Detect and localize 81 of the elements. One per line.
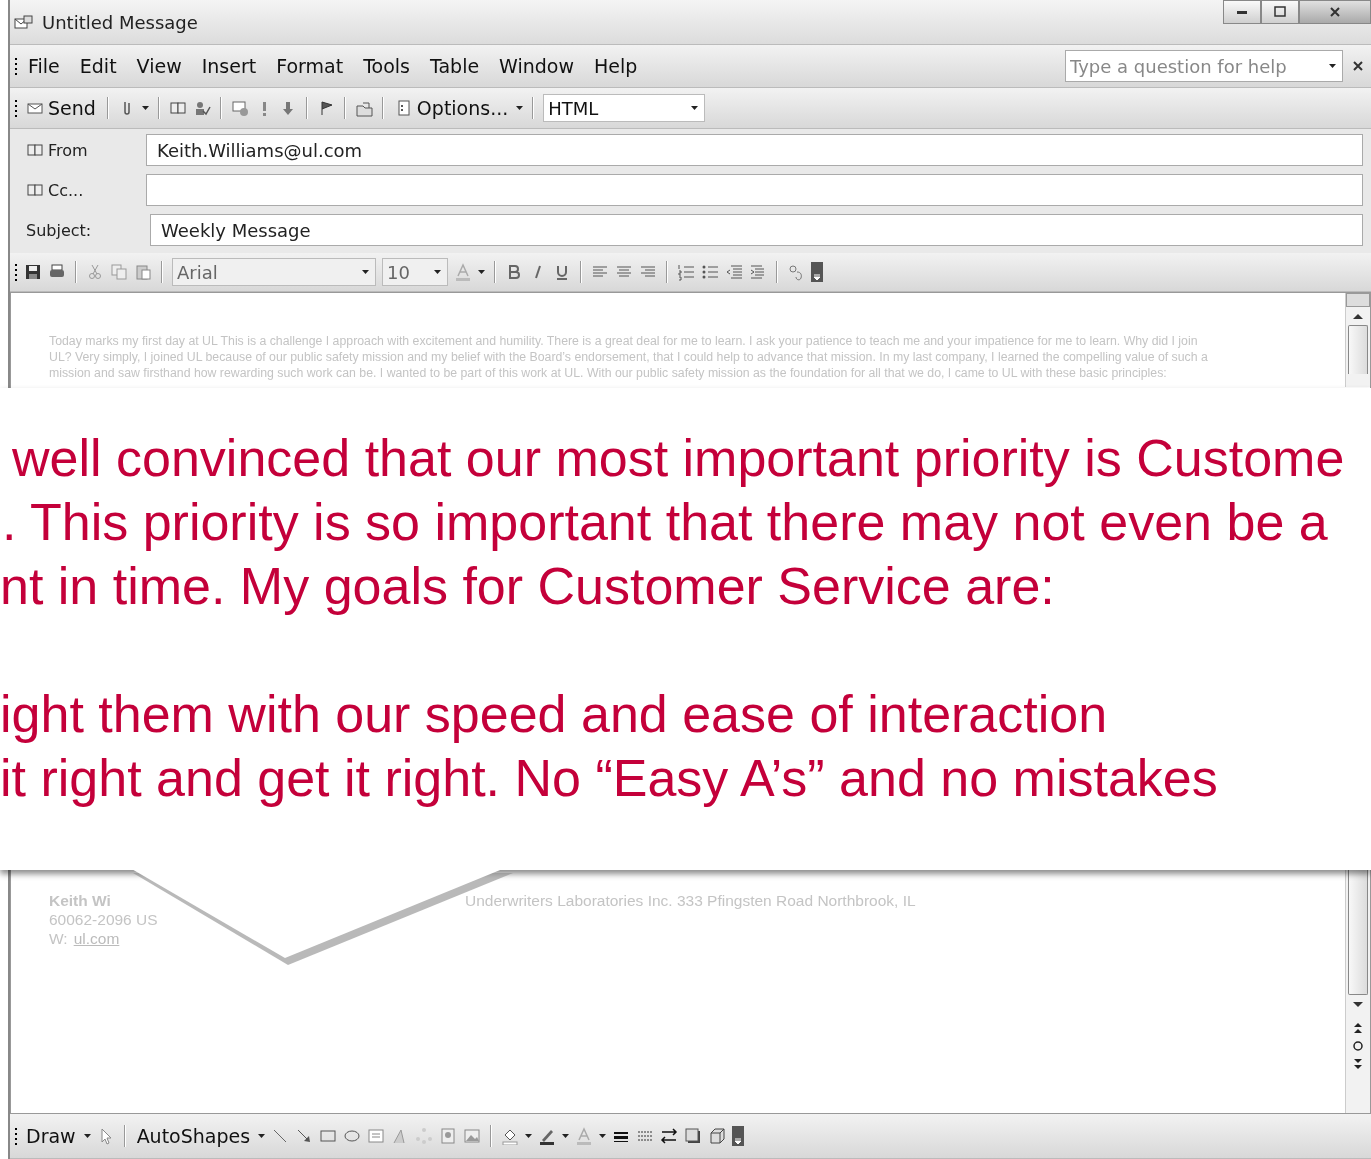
help-search-field[interactable]: Type a question for help bbox=[1065, 50, 1343, 82]
window-title: Untitled Message bbox=[42, 11, 198, 33]
maximize-button[interactable] bbox=[1261, 0, 1299, 24]
menu-item[interactable]: Edit bbox=[69, 55, 127, 77]
address-book-icon[interactable] bbox=[168, 99, 187, 117]
vertical-scrollbar[interactable] bbox=[1345, 869, 1370, 1113]
toolbar-grip-icon[interactable] bbox=[14, 57, 18, 75]
signature-address: 60062-2096 US bbox=[49, 910, 158, 929]
oval-icon[interactable] bbox=[343, 1127, 362, 1145]
input-field[interactable]: Keith.Williams@ul.com bbox=[146, 134, 1363, 166]
bullet-list-icon[interactable] bbox=[701, 263, 719, 281]
font-dropdown[interactable]: Arial bbox=[172, 258, 376, 286]
input-field[interactable]: Weekly Message bbox=[150, 214, 1363, 246]
3d-icon[interactable] bbox=[708, 1127, 727, 1145]
language-icon[interactable] bbox=[787, 263, 805, 281]
paste-icon[interactable] bbox=[134, 263, 152, 281]
autoshapes-menu-button[interactable]: AutoShapes bbox=[134, 1123, 253, 1149]
message-icon bbox=[14, 13, 34, 31]
menu-item[interactable]: Format bbox=[266, 55, 354, 77]
toolbar-grip-icon[interactable] bbox=[14, 1127, 18, 1145]
caret-icon[interactable] bbox=[516, 106, 524, 110]
toolbar-grip-icon[interactable] bbox=[14, 99, 18, 117]
menu-item[interactable]: File bbox=[18, 55, 70, 77]
close-button[interactable] bbox=[1299, 0, 1371, 24]
body-text: mission and saw firsthand how rewarding such work can be. I wanted to be part of this work at UL. With our public safety mission as the foundation for all that we do, I came to UL with these basic principles: bbox=[49, 365, 1168, 381]
scrollbar-split-handle[interactable] bbox=[1346, 293, 1370, 307]
shadow-icon[interactable] bbox=[684, 1127, 703, 1145]
callout-text: well convinced that our most important priority is Custome bbox=[11, 428, 1345, 489]
arrow-style-icon[interactable] bbox=[660, 1127, 679, 1145]
menu-item[interactable]: Help bbox=[584, 55, 648, 77]
input-field[interactable] bbox=[146, 174, 1363, 206]
caret-icon bbox=[434, 270, 441, 274]
envelope-icon[interactable] bbox=[230, 99, 249, 117]
dropdown-caret-icon bbox=[691, 106, 699, 110]
toolbar-options-icon[interactable] bbox=[811, 262, 823, 282]
send-button[interactable]: Send bbox=[24, 95, 98, 121]
address-book-icon bbox=[26, 141, 44, 159]
menu-item[interactable]: View bbox=[126, 55, 192, 77]
folder-icon[interactable] bbox=[354, 99, 373, 117]
menu-item[interactable]: Table bbox=[419, 55, 490, 77]
field-label: Subject: bbox=[25, 219, 93, 242]
menu-item[interactable]: Tools bbox=[353, 55, 420, 77]
vertical-scrollbar[interactable] bbox=[1345, 293, 1370, 387]
signature-address: Underwriters Laboratories Inc. 333 Pfingsten Road Northbrook, IL bbox=[465, 891, 916, 910]
save-icon[interactable] bbox=[24, 263, 42, 281]
caret-icon[interactable] bbox=[141, 106, 149, 110]
scroll-thumb[interactable] bbox=[1348, 869, 1368, 995]
scroll-thumb[interactable] bbox=[1348, 325, 1368, 374]
signature-label: W: bbox=[49, 929, 68, 948]
font-size-dropdown[interactable]: 10 bbox=[382, 258, 448, 286]
address-button[interactable]: Cc... bbox=[24, 178, 140, 202]
minimize-button[interactable] bbox=[1223, 0, 1261, 24]
caret-icon bbox=[362, 270, 369, 274]
dropdown-caret-icon[interactable] bbox=[1329, 64, 1336, 68]
picture-icon[interactable] bbox=[463, 1127, 482, 1145]
minimize-icon bbox=[1237, 10, 1247, 14]
signature-name: Keith Wi bbox=[49, 891, 112, 910]
format-dropdown[interactable]: HTML bbox=[543, 94, 706, 122]
caret-icon[interactable] bbox=[525, 1134, 533, 1138]
address-button[interactable]: From bbox=[24, 138, 140, 162]
caret-icon[interactable] bbox=[599, 1134, 607, 1138]
options-button[interactable]: Options... bbox=[392, 95, 511, 121]
caret-icon[interactable] bbox=[83, 1134, 91, 1138]
toolbar-options-icon[interactable] bbox=[732, 1126, 745, 1146]
toolbar-grip-icon[interactable] bbox=[14, 263, 18, 281]
menu-item[interactable]: Window bbox=[489, 55, 585, 77]
font-color-icon[interactable] bbox=[575, 1127, 594, 1145]
draw-menu-button[interactable]: Draw bbox=[24, 1123, 78, 1149]
caret-icon[interactable] bbox=[562, 1134, 570, 1138]
caret-icon[interactable] bbox=[258, 1134, 266, 1138]
address-book-icon bbox=[26, 181, 44, 199]
font-color-icon[interactable] bbox=[454, 263, 472, 281]
callout-text: nt in time. My goals for Customer Service are: bbox=[0, 556, 1055, 617]
callout-text: it right and get it right. No “Easy A’s” and no mistakes bbox=[0, 748, 1218, 809]
menu-item[interactable]: Insert bbox=[191, 55, 267, 77]
callout-text: ight them with our speed and ease of interaction bbox=[0, 684, 1108, 745]
callout-text: . This priority is so important that there may not even be a bbox=[1, 492, 1328, 553]
line-color-icon[interactable] bbox=[538, 1127, 557, 1145]
clip-art-icon[interactable] bbox=[439, 1127, 458, 1145]
fill-color-icon[interactable] bbox=[501, 1127, 520, 1145]
caret-icon[interactable] bbox=[478, 270, 485, 274]
